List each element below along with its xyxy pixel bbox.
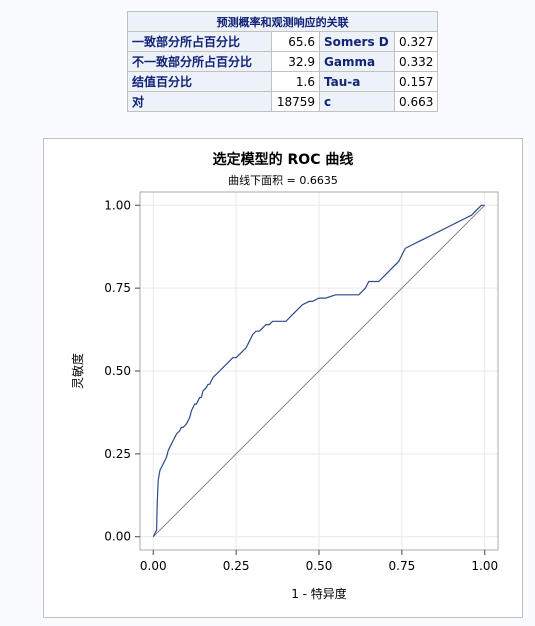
y-tick-label: 0.75 [104,281,131,295]
x-tick-label: 0.50 [306,559,333,573]
row-value: 1.6 [271,71,320,92]
stat-value: 0.157 [393,71,439,92]
chart-title: 选定模型的 ROC 曲线 [213,151,354,168]
stat-value: 0.663 [393,91,439,112]
x-axis-ticks: 0.00 0.25 0.50 0.75 1.00 [140,550,498,573]
y-tick-label: 0.00 [104,530,131,544]
chart-subtitle: 曲线下面积 = 0.6635 [228,173,338,187]
row-value: 18759 [271,91,320,112]
x-tick-label: 0.25 [223,559,250,573]
association-table: 预测概率和观测响应的关联 一致部分所占百分比 65.6 Somers D 0.3… [126,11,439,112]
stat-name: Gamma [319,51,395,72]
table-row: 不一致部分所占百分比 32.9 Gamma 0.332 [127,51,439,72]
x-tick-label: 0.75 [389,559,416,573]
roc-chart-frame: 选定模型的 ROC 曲线 曲线下面积 = 0.6635 0.00 0.25 0.50… [43,138,523,618]
table-row: 对 18759 c 0.663 [127,91,439,112]
stat-name: Somers D [319,31,395,52]
y-axis-ticks: 0.00 0.25 0.50 0.75 1.00 [104,198,140,544]
y-tick-label: 1.00 [104,198,131,212]
row-label: 结值百分比 [127,71,272,92]
stat-value: 0.332 [393,51,439,72]
y-tick-label: 0.25 [104,447,131,461]
y-axis-label: 灵敏度 [70,353,85,389]
table-header-row: 预测概率和观测响应的关联 [126,11,439,32]
row-value: 32.9 [271,51,320,72]
x-tick-label: 0.00 [140,559,167,573]
x-tick-label: 1.00 [471,559,498,573]
roc-chart: 选定模型的 ROC 曲线 曲线下面积 = 0.6635 0.00 0.25 0.50… [70,151,499,601]
table-row: 一致部分所占百分比 65.6 Somers D 0.327 [127,31,439,52]
row-label: 不一致部分所占百分比 [127,51,272,72]
stat-name: Tau-a [319,71,395,92]
table-title: 预测概率和观测响应的关联 [126,11,439,32]
stat-name: c [319,91,395,112]
table-row: 结值百分比 1.6 Tau-a 0.157 [127,71,439,92]
row-label: 对 [127,91,272,112]
x-axis-label: 1 - 特异度 [291,586,347,601]
stat-value: 0.327 [393,31,439,52]
row-value: 65.6 [271,31,320,52]
y-tick-label: 0.50 [104,364,131,378]
row-label: 一致部分所占百分比 [127,31,272,52]
